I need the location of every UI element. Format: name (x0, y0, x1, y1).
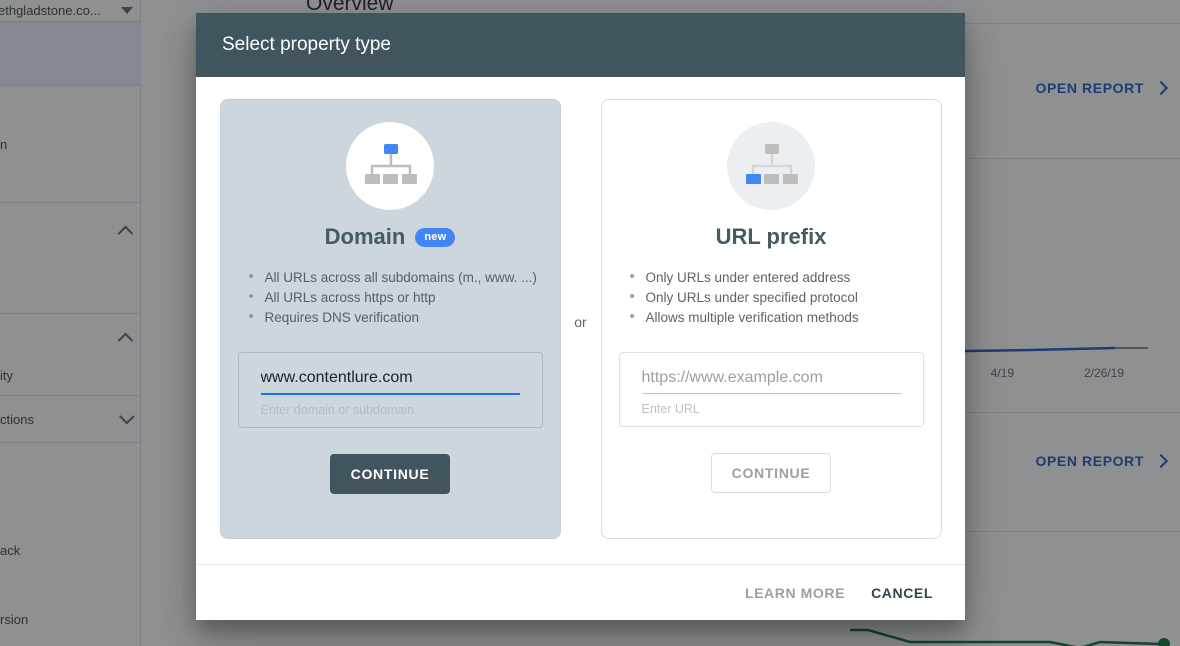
domain-input-container[interactable]: Enter domain or subdomain (237, 352, 543, 428)
dialog-footer: LEARN MORE CANCEL (196, 564, 965, 620)
screen: ethgladstone.co... n ity ctions (0, 0, 1180, 646)
domain-feature-list: All URLs across all subdomains (m., www.… (221, 267, 560, 328)
dialog-header: Select property type (196, 13, 965, 77)
dialog-body: Domain new All URLs across all subdomain… (196, 77, 965, 564)
url-prefix-continue-wrap: CONTINUE (602, 453, 941, 493)
domain-input[interactable] (260, 369, 520, 395)
domain-card-title: Domain (324, 224, 406, 249)
url-prefix-input[interactable] (641, 369, 901, 394)
url-prefix-property-card[interactable]: URL prefix Only URLs under entered addre… (600, 99, 942, 539)
list-item: Only URLs under specified protocol (608, 287, 941, 308)
dialog-title: Select property type (222, 34, 391, 55)
site-hierarchy-icon (346, 122, 434, 210)
domain-input-helper: Enter domain or subdomain (260, 403, 415, 417)
url-prefix-continue-button[interactable]: CONTINUE (710, 453, 832, 493)
or-divider: or (574, 313, 587, 330)
select-property-type-dialog: Select property type Domain new • All UR… (196, 13, 965, 620)
list-item: All URLs across https or http (227, 287, 560, 308)
learn-more-button[interactable]: LEARN MORE (745, 585, 845, 601)
list-item: Only URLs under entered address (608, 267, 941, 288)
list-item: Requires DNS verification (227, 307, 560, 328)
url-prefix-card-heading: URL prefix (716, 224, 827, 250)
cancel-button[interactable]: CANCEL (871, 585, 933, 601)
domain-card-heading: Domain new (325, 224, 456, 250)
list-item: All URLs across all subdomains (m., www.… (227, 267, 560, 288)
domain-continue-wrap: CONTINUE (221, 454, 560, 494)
domain-continue-button[interactable]: CONTINUE (329, 454, 451, 494)
domain-property-card[interactable]: Domain new All URLs across all subdomain… (219, 99, 561, 539)
list-item: Allows multiple verification methods (608, 307, 941, 328)
new-badge: new (415, 227, 456, 247)
url-prefix-feature-list: Only URLs under entered address Only URL… (602, 267, 941, 328)
site-hierarchy-icon (727, 122, 815, 210)
url-prefix-input-helper: Enter URL (641, 402, 700, 416)
url-prefix-input-container[interactable]: Enter URL (618, 352, 924, 427)
url-prefix-card-title: URL prefix (715, 224, 827, 249)
